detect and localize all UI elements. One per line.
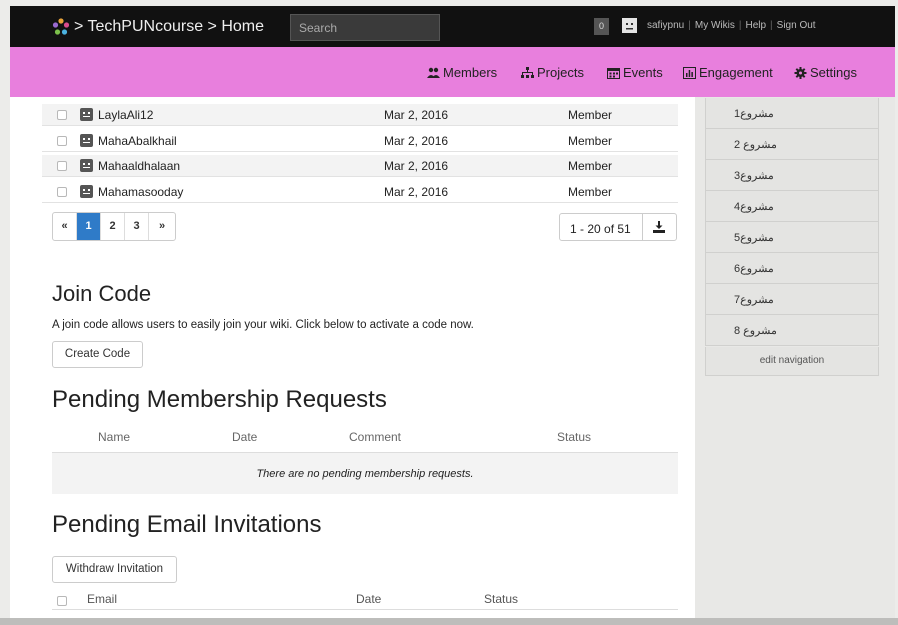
result-range: 1 - 20 of 51 bbox=[570, 222, 631, 236]
sidebar-item-label: مشروع6 bbox=[734, 263, 774, 275]
users-icon bbox=[427, 67, 440, 78]
member-avatar-icon bbox=[80, 134, 93, 147]
user-nav: safiypnu | My Wikis | Help | Sign Out bbox=[647, 20, 816, 31]
sidebar-item-project1[interactable]: مشروع1 bbox=[705, 98, 879, 129]
sidebar-item-project8[interactable]: مشروع 8 bbox=[705, 315, 879, 346]
member-role: Member bbox=[568, 159, 613, 173]
nav-engagement-label: Engagement bbox=[699, 65, 773, 80]
member-name[interactable]: Mahaaldhalaan bbox=[98, 159, 180, 173]
bar-chart-icon bbox=[683, 66, 696, 79]
nav-events[interactable]: Events bbox=[607, 65, 663, 80]
gear-icon bbox=[794, 66, 807, 79]
nav-members-label: Members bbox=[443, 65, 498, 80]
nav-settings[interactable]: Settings bbox=[794, 65, 857, 80]
row-checkbox[interactable] bbox=[57, 110, 67, 120]
page-3-button[interactable]: 3 bbox=[125, 213, 149, 240]
sidebar-item-project4[interactable]: مشروع4 bbox=[705, 191, 879, 222]
pending-requests-title: Pending Membership Requests bbox=[52, 386, 387, 413]
sidebar-item-label: مشروع1 bbox=[734, 108, 774, 120]
user-avatar-icon[interactable] bbox=[622, 18, 637, 33]
nav-events-label: Events bbox=[623, 65, 663, 80]
calendar-icon bbox=[607, 67, 620, 79]
download-icon[interactable] bbox=[653, 221, 665, 233]
top-bar: > TechPUNcourse > Home Search 0 safiypnu… bbox=[10, 6, 895, 47]
nav-engagement[interactable]: Engagement bbox=[683, 65, 773, 80]
row-checkbox[interactable] bbox=[57, 136, 67, 146]
member-avatar-icon bbox=[80, 108, 93, 121]
member-row: LaylaAli12 Mar 2, 2016 Member bbox=[42, 104, 678, 126]
member-name[interactable]: Mahamasooday bbox=[98, 185, 183, 199]
nav-projects-label: Projects bbox=[537, 65, 584, 80]
help-link[interactable]: Help bbox=[745, 20, 766, 31]
create-code-button[interactable]: Create Code bbox=[52, 341, 143, 368]
sitemap-icon bbox=[521, 66, 534, 78]
sidebar-item-project3[interactable]: مشروع3 bbox=[705, 160, 879, 191]
col-comment: Comment bbox=[349, 430, 402, 444]
bottom-edge bbox=[0, 618, 898, 625]
member-avatar-icon bbox=[80, 185, 93, 198]
email-invitations-title: Pending Email Invitations bbox=[52, 511, 322, 538]
page-prev-button[interactable]: « bbox=[53, 213, 77, 240]
notification-badge[interactable]: 0 bbox=[594, 18, 609, 35]
member-row: Mahamasooday Mar 2, 2016 Member bbox=[42, 181, 678, 203]
join-code-description: A join code allows users to easily join … bbox=[52, 319, 474, 331]
sidebar-item-label: مشروع5 bbox=[734, 232, 774, 244]
page-1-button[interactable]: 1 bbox=[77, 213, 101, 240]
my-wikis-link[interactable]: My Wikis bbox=[695, 20, 735, 31]
member-role: Member bbox=[568, 108, 613, 122]
pagination: « 1 2 3 » bbox=[52, 212, 176, 241]
nav-members[interactable]: Members bbox=[427, 65, 497, 80]
sidebar-item-project2[interactable]: مشروع 2 bbox=[705, 129, 879, 160]
member-role: Member bbox=[568, 185, 613, 199]
wiki-nav-bar: Members Projects Events Engagement Setti… bbox=[10, 47, 895, 97]
select-all-checkbox[interactable] bbox=[57, 596, 67, 606]
sidebar-item-label: مشروع4 bbox=[734, 201, 774, 213]
breadcrumb[interactable]: > TechPUNcourse > Home bbox=[74, 18, 264, 36]
result-range-box: 1 - 20 of 51 bbox=[559, 213, 677, 241]
row-checkbox[interactable] bbox=[57, 187, 67, 197]
member-date: Mar 2, 2016 bbox=[384, 185, 449, 199]
member-row: MahaAbalkhail Mar 2, 2016 Member bbox=[42, 130, 678, 152]
sidebar-item-project7[interactable]: مشروع7 bbox=[705, 284, 879, 315]
member-date: Mar 2, 2016 bbox=[384, 108, 449, 122]
wikispaces-logo-icon[interactable] bbox=[52, 18, 70, 36]
member-date: Mar 2, 2016 bbox=[384, 159, 449, 173]
member-name[interactable]: MahaAbalkhail bbox=[98, 134, 177, 148]
sign-out-link[interactable]: Sign Out bbox=[777, 20, 816, 31]
page-next-button[interactable]: » bbox=[149, 213, 175, 240]
withdraw-invitation-button[interactable]: Withdraw Invitation bbox=[52, 556, 177, 583]
col-date: Date bbox=[232, 430, 258, 444]
sidebar-item-label: مشروع3 bbox=[734, 170, 774, 182]
col-status: Status bbox=[484, 592, 519, 606]
sidebar-item-project5[interactable]: مشروع5 bbox=[705, 222, 879, 253]
sidebar-item-label: مشروع 2 bbox=[734, 139, 777, 151]
pending-requests-empty-row: There are no pending membership requests… bbox=[52, 452, 678, 494]
search-input[interactable]: Search bbox=[290, 14, 440, 41]
member-name[interactable]: LaylaAli12 bbox=[98, 108, 153, 122]
nav-projects[interactable]: Projects bbox=[521, 65, 584, 80]
page: > TechPUNcourse > Home Search 0 safiypnu… bbox=[0, 0, 898, 625]
col-name: Name bbox=[98, 430, 131, 444]
range-divider bbox=[642, 214, 643, 240]
col-date: Date bbox=[356, 592, 382, 606]
username-link[interactable]: safiypnu bbox=[647, 20, 684, 31]
member-row: Mahaaldhalaan Mar 2, 2016 Member bbox=[42, 155, 678, 177]
row-checkbox[interactable] bbox=[57, 161, 67, 171]
sidebar-item-label: مشروع 8 bbox=[734, 325, 777, 337]
email-table-header: Email Date Status bbox=[52, 588, 678, 610]
member-date: Mar 2, 2016 bbox=[384, 134, 449, 148]
col-status: Status bbox=[557, 430, 592, 444]
sidebar-item-label: مشروع7 bbox=[734, 294, 774, 306]
member-avatar-icon bbox=[80, 159, 93, 172]
member-role: Member bbox=[568, 134, 613, 148]
nav-settings-label: Settings bbox=[810, 65, 857, 80]
sidebar-item-project6[interactable]: مشروع6 bbox=[705, 253, 879, 284]
col-email: Email bbox=[87, 592, 118, 606]
page-2-button[interactable]: 2 bbox=[101, 213, 125, 240]
edit-navigation-link[interactable]: edit navigation bbox=[705, 347, 879, 376]
empty-message: There are no pending membership requests… bbox=[256, 468, 474, 480]
join-code-title: Join Code bbox=[52, 281, 152, 306]
